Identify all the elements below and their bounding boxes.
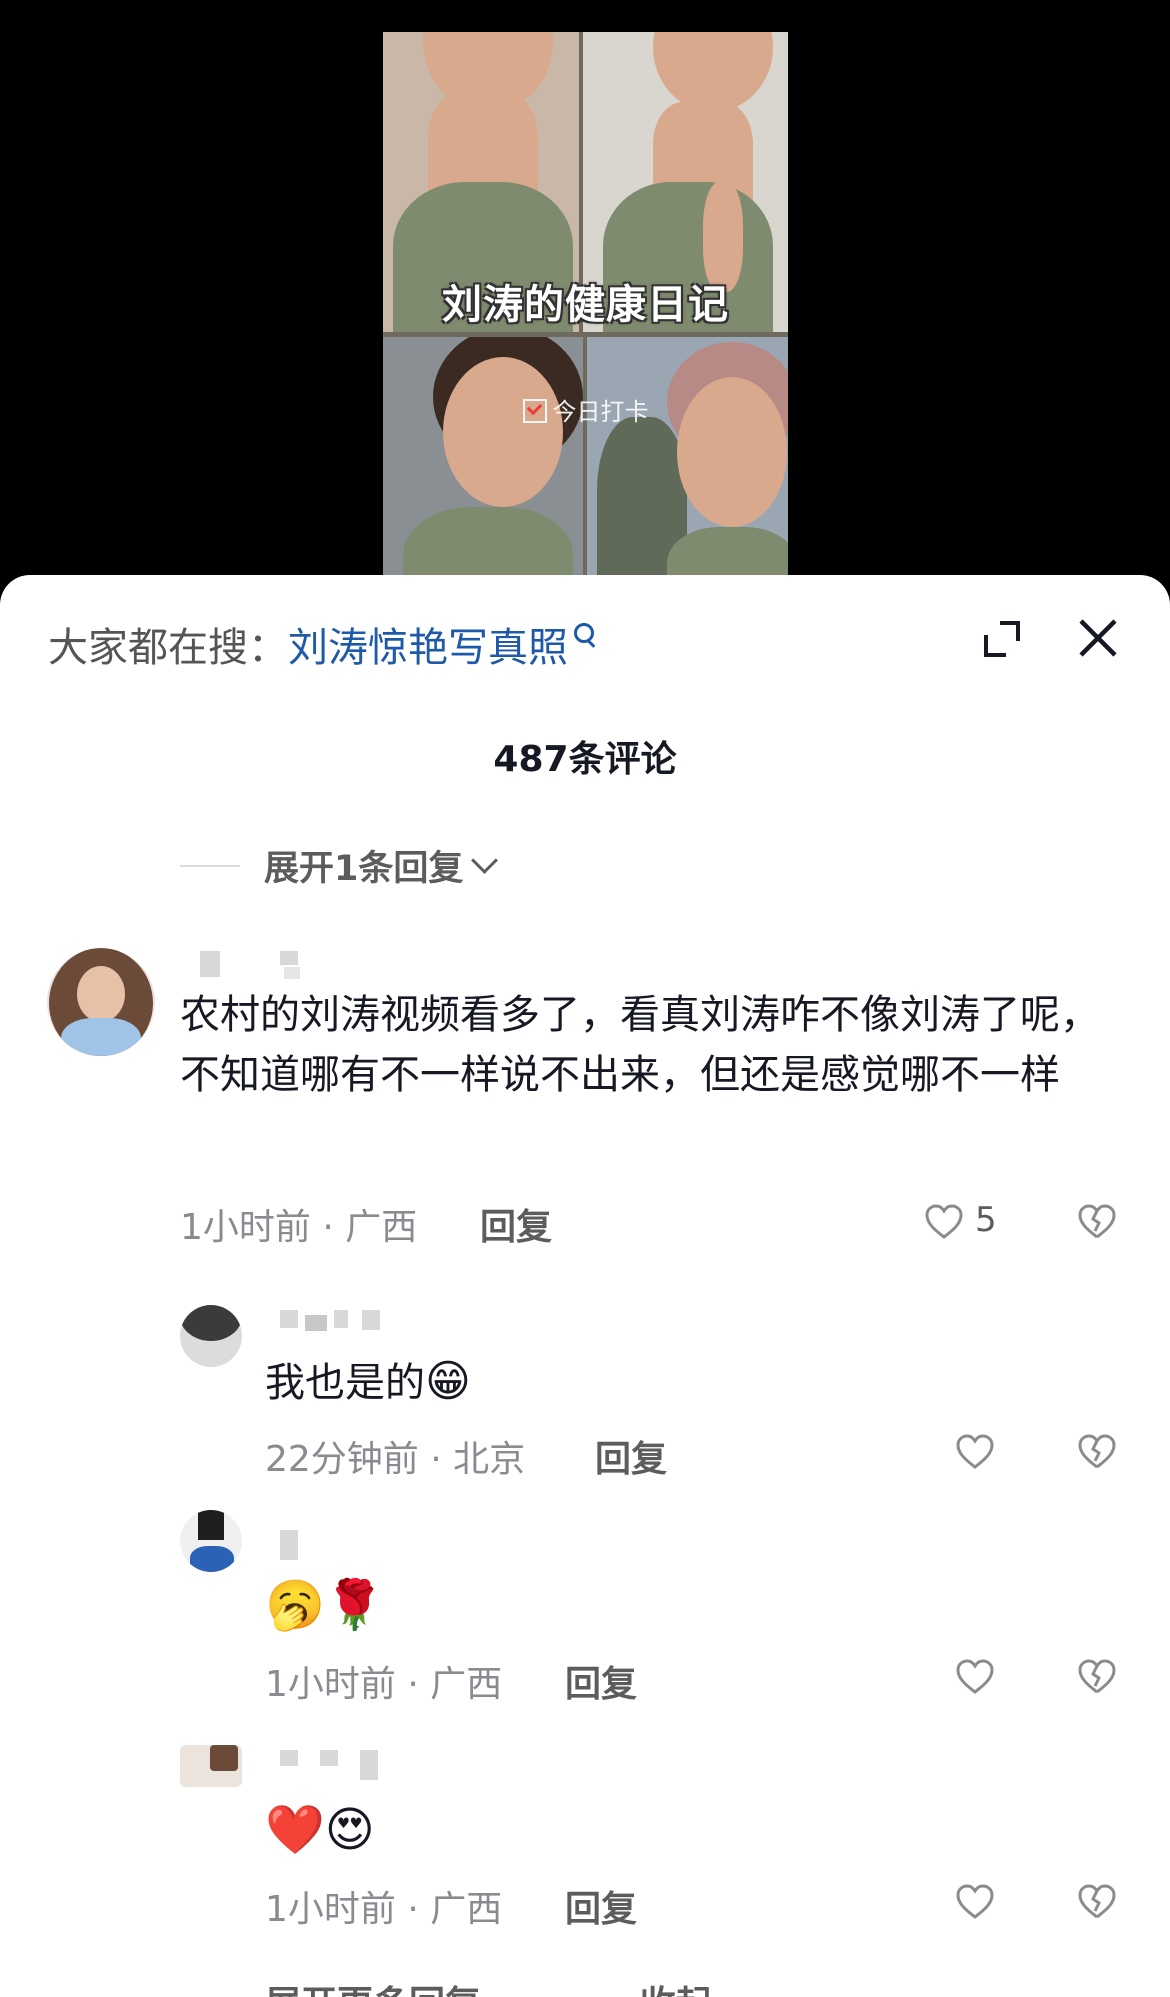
avatar[interactable] [180, 1745, 242, 1787]
avatar[interactable] [180, 1305, 242, 1367]
reply-meta: 1小时前 · 广西 [265, 1664, 503, 1705]
checkbox-icon [522, 399, 547, 423]
heart-outline-icon[interactable] [924, 1203, 964, 1241]
divider [180, 864, 240, 867]
collapse-button[interactable]: 收起 [640, 1984, 712, 1997]
comment-count: 487条评论 [493, 739, 677, 780]
replies-footer: 展开更多回复 收起 [265, 1975, 712, 1997]
avatar[interactable] [47, 948, 155, 1056]
grin-emoji: 😁 [425, 1356, 471, 1407]
heart-outline-icon[interactable] [955, 1883, 995, 1921]
broken-heart-icon[interactable] [1077, 1203, 1117, 1241]
avatar[interactable] [180, 1510, 242, 1572]
heart-outline-icon[interactable] [955, 1658, 995, 1696]
video-title-overlay: 刘涛的健康日记 [442, 282, 729, 328]
thumbnail-tile-3 [383, 337, 583, 600]
reply-button[interactable]: 回复 [565, 1655, 637, 1707]
video-subtitle-overlay: 今日打卡 [383, 392, 788, 427]
reply-button[interactable]: 回复 [565, 1880, 637, 1932]
reply-emoji: 🥱🌹 [265, 1577, 385, 1633]
expand-replies-label: 展开1条回复 [264, 849, 464, 889]
search-term-link[interactable]: 刘涛惊艳写真照 [288, 625, 568, 671]
reply-button[interactable]: 回复 [480, 1198, 552, 1250]
comment-text: 农村的刘涛视频看多了，看真刘涛咋不像刘涛了呢，不知道哪有不一样说不出来，但还是感… [180, 992, 1100, 1098]
more-replies-button[interactable]: 展开更多回复 [265, 1984, 481, 1997]
expand-replies-button[interactable]: 展开1条回复 [180, 840, 499, 891]
subtitle-text: 今日打卡 [552, 398, 649, 426]
trending-search-bar[interactable]: 大家都在搜：刘涛惊艳写真照 [48, 615, 594, 673]
close-icon[interactable] [1075, 615, 1121, 661]
chevron-down-icon [471, 847, 499, 874]
heart-outline-icon[interactable] [955, 1433, 995, 1471]
thumbnail-tile-4 [587, 337, 788, 600]
reply-meta: 1小时前 · 广西 [265, 1889, 503, 1930]
reply-text-content: 我也是的 [265, 1360, 425, 1406]
broken-heart-icon[interactable] [1077, 1433, 1117, 1471]
comment-meta: 1小时前 · 广西 [180, 1207, 418, 1248]
reply-meta: 22分钟前 · 北京 [265, 1439, 526, 1480]
reply-emoji: ❤️😍 [265, 1802, 375, 1858]
broken-heart-icon[interactable] [1077, 1883, 1117, 1921]
broken-heart-icon[interactable] [1077, 1658, 1117, 1696]
search-prefix: 大家都在搜： [48, 625, 288, 671]
video-thumbnail[interactable]: 刘涛的健康日记 今日打卡 [383, 32, 788, 600]
reply-text: 我也是的😁 [265, 1352, 471, 1413]
comment-sheet: 大家都在搜：刘涛惊艳写真照 487条评论 展开1条回复 农村的刘涛视频看多了，看… [0, 575, 1170, 1997]
search-icon [574, 623, 594, 643]
expand-icon[interactable] [980, 617, 1024, 661]
video-player[interactable]: 刘涛的健康日记 今日打卡 [0, 0, 1170, 600]
reply-button[interactable]: 回复 [595, 1430, 667, 1482]
chevron-down-icon [501, 1993, 529, 1997]
like-count: 5 [975, 1200, 997, 1240]
